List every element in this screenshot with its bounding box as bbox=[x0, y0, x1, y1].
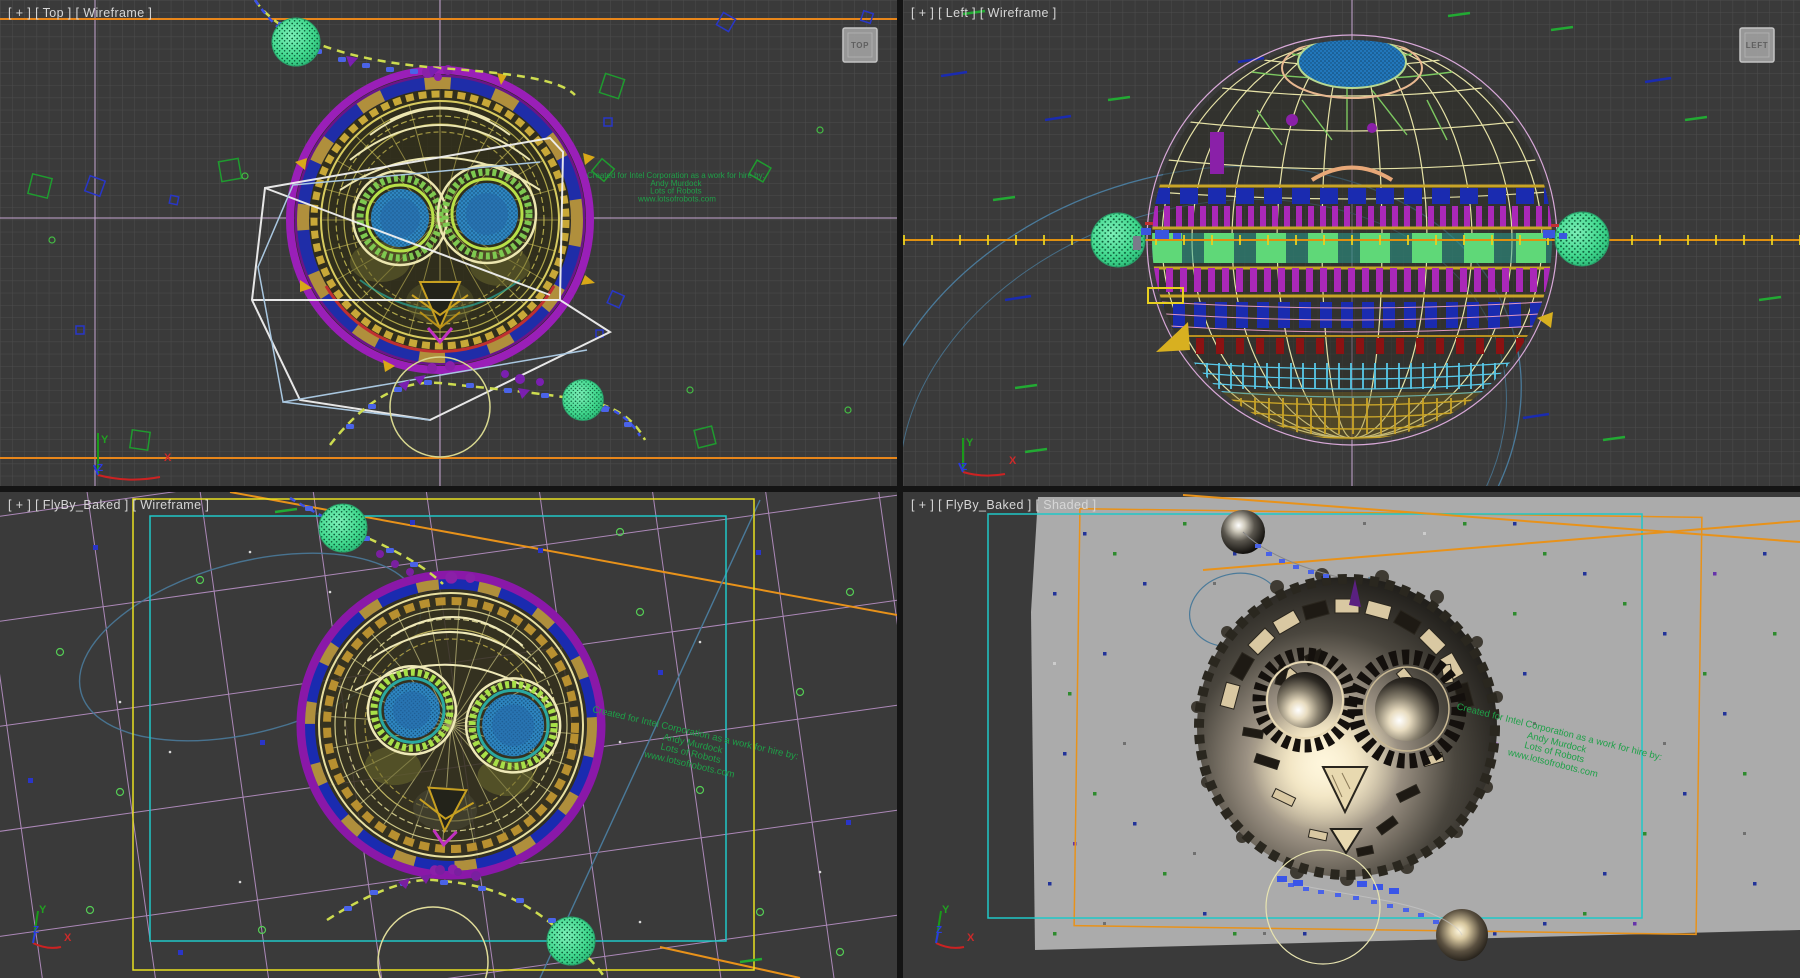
viewcube[interactable]: LEFT bbox=[1740, 28, 1774, 62]
viewport-label-menu[interactable]: [ + ] [ Left ] [ Wireframe ] bbox=[911, 6, 1057, 20]
axis-z-label: Z bbox=[961, 462, 967, 473]
green-sphere-object[interactable] bbox=[563, 380, 604, 421]
axis-y-label: Y bbox=[39, 904, 47, 916]
viewport-label-menu[interactable]: [ + ] [ FlyBy_Baked ] [ Wireframe ] bbox=[8, 498, 209, 512]
axis-z-label: Z bbox=[936, 925, 942, 936]
green-sphere-object[interactable] bbox=[272, 18, 320, 66]
axis-y-label: Y bbox=[966, 437, 974, 449]
axis-x-label: X bbox=[1009, 455, 1017, 467]
viewcube[interactable]: TOP bbox=[843, 28, 877, 62]
axis-x-label: X bbox=[967, 932, 975, 944]
viewport-top-wireframe[interactable]: Created for Intel Corporation as a work … bbox=[0, 0, 897, 486]
viewport-flyby-shaded[interactable]: Created for Intel Corporation as a work … bbox=[903, 492, 1800, 978]
viewport-left-wireframe[interactable]: LEFT Y X Z [ + ] [ Left ] [ Wireframe ] bbox=[903, 0, 1800, 486]
right-eye-gear bbox=[438, 165, 536, 263]
axis-y-label: Y bbox=[942, 904, 950, 916]
viewport-label-menu[interactable]: [ + ] [ FlyBy_Baked ] [ Shaded ] bbox=[911, 498, 1096, 512]
viewport-label-menu[interactable]: [ + ] [ Top ] [ Wireframe ] bbox=[8, 6, 152, 20]
green-sphere-object[interactable] bbox=[319, 504, 367, 552]
viewport-quad-layout: Created for Intel Corporation as a work … bbox=[0, 0, 1800, 978]
viewcube-face-label: LEFT bbox=[1746, 41, 1768, 50]
viewcube-face-label: TOP bbox=[851, 41, 869, 50]
axis-x-label: X bbox=[64, 932, 72, 944]
axis-y-label: Y bbox=[101, 434, 109, 446]
green-sphere-object[interactable] bbox=[547, 917, 595, 965]
axis-x-label: X bbox=[164, 452, 172, 464]
axis-z-label: Z bbox=[33, 925, 39, 936]
viewport-flyby-wireframe[interactable]: Created for Intel Corporation as a work … bbox=[0, 492, 897, 978]
axis-z-label: Z bbox=[97, 463, 103, 474]
ornate-sphere-top-view[interactable] bbox=[288, 65, 595, 373]
